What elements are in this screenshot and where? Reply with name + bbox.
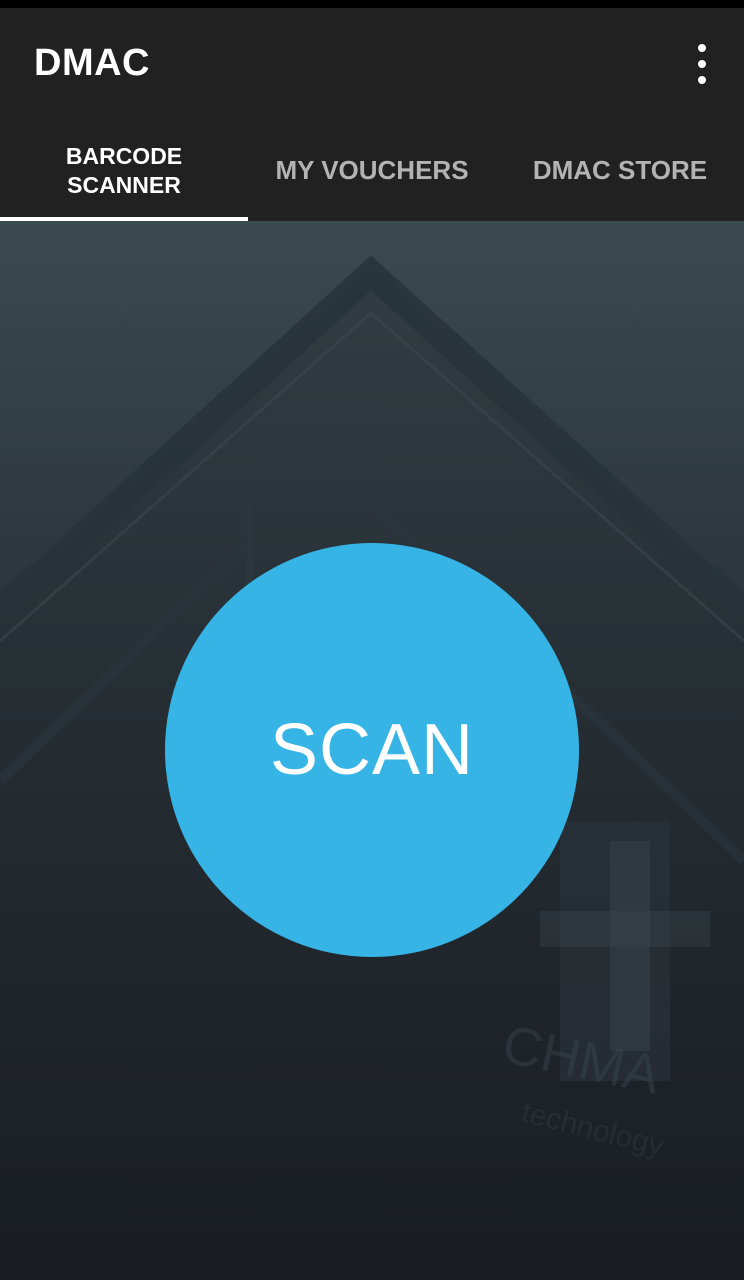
app-title: DMAC <box>34 42 150 84</box>
more-vertical-icon[interactable] <box>690 44 714 84</box>
tab-label: MY VOUCHERS <box>275 155 469 185</box>
tab-my-vouchers[interactable]: MY VOUCHERS <box>248 120 496 221</box>
scan-button[interactable]: SCAN <box>165 543 579 957</box>
tab-dmac-store[interactable]: DMAC STORE <box>496 120 744 221</box>
tab-barcode-scanner[interactable]: BARCODE SCANNER <box>0 120 248 221</box>
tab-bar: BARCODE SCANNER MY VOUCHERS DMAC STORE <box>0 120 744 221</box>
overflow-dot <box>698 76 706 84</box>
overflow-dot <box>698 60 706 68</box>
scanner-content: CHMA technology SCAN <box>0 221 744 1280</box>
app-bar: DMAC <box>0 8 744 120</box>
scan-button-label: SCAN <box>269 710 475 790</box>
status-bar <box>0 0 744 8</box>
tab-label: BARCODE SCANNER <box>65 142 183 198</box>
overflow-dot <box>698 44 706 52</box>
tab-label: DMAC STORE <box>532 155 708 185</box>
